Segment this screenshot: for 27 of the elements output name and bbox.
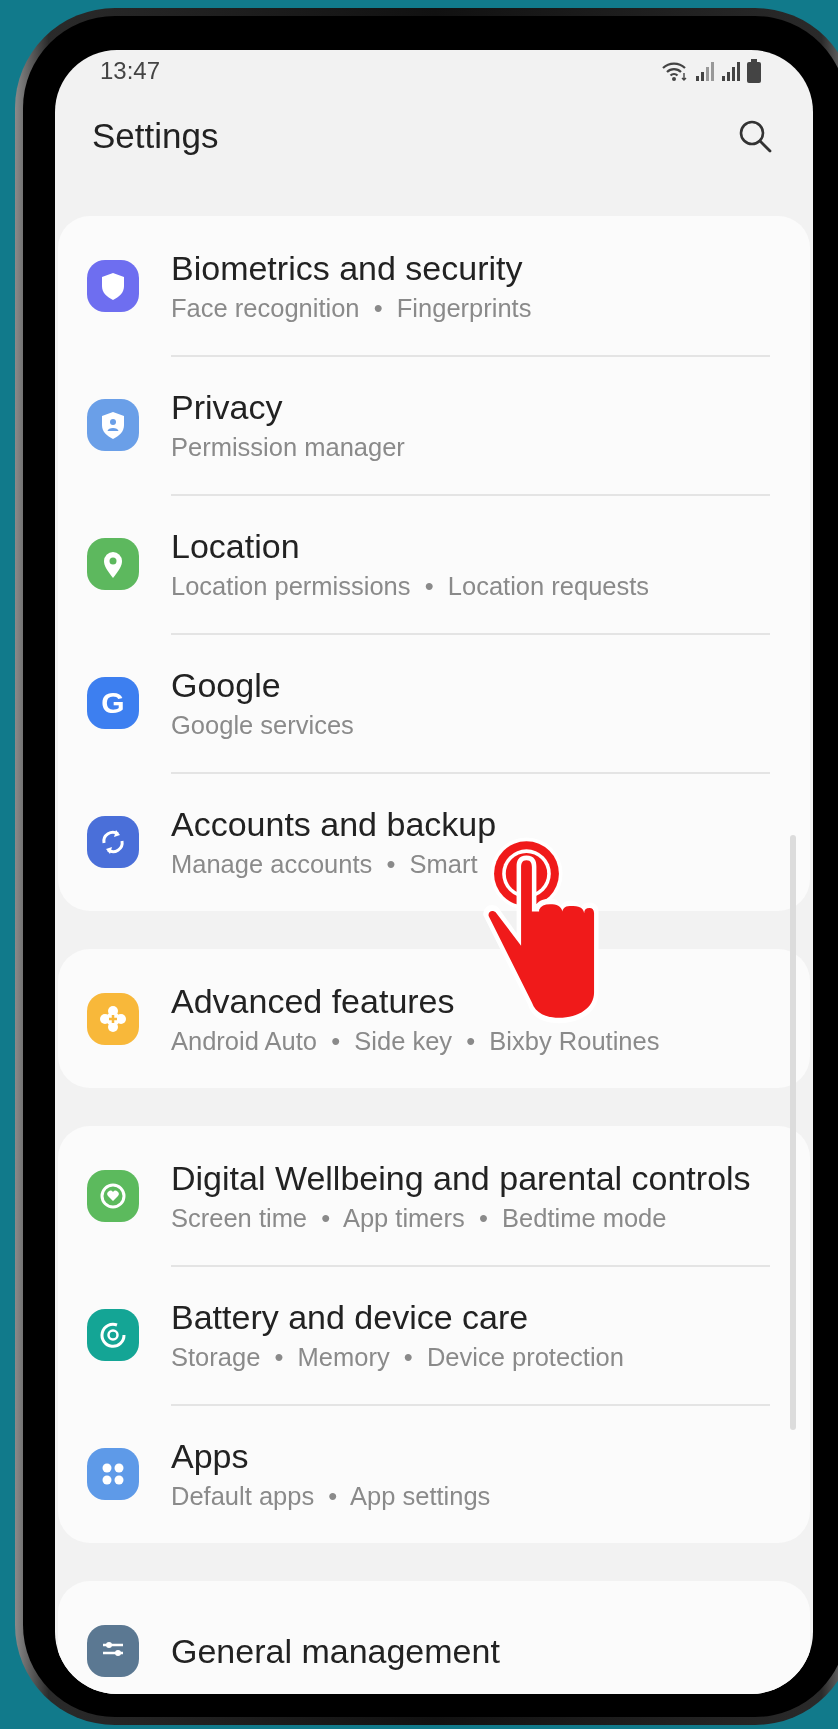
setting-subtitle: Android Auto • Side key • Bixby Routines [171,1025,661,1057]
setting-subtitle: Screen time • App timers • Bedtime mode [171,1202,668,1234]
setting-subtitle: Location permissions • Location requests [171,570,651,602]
setting-title[interactable]: Biometrics and security [171,247,770,288]
search-icon[interactable] [737,118,773,154]
setting-title[interactable]: Accounts and backup [171,803,770,844]
setting-title[interactable]: Location [171,525,770,566]
setting-title[interactable]: Apps [171,1435,770,1476]
setting-title[interactable]: Digital Wellbeing and parental controls [171,1157,770,1198]
setting-subtitle: Google services [171,709,355,741]
setting-title[interactable]: General management [171,1630,770,1671]
letter-icon: G [87,676,139,729]
wifi-icon [661,60,689,82]
page-title: Settings [92,116,219,156]
setting-subtitle: Default apps • App settings [171,1480,492,1512]
setting-subtitle: Storage • Memory • Device protection [171,1341,625,1373]
setting-subtitle: Manage accounts • Smart [171,848,479,880]
setting-title[interactable]: Battery and device care [171,1296,770,1337]
setting-subtitle: Permission manager [171,431,406,463]
setting-subtitle: Face recognition • Fingerprints [171,292,533,324]
status-time: 13:47 [100,57,161,85]
setting-title[interactable]: Advanced features [171,980,770,1021]
signal-icon [695,60,715,82]
setting-title[interactable]: Google [171,664,770,705]
battery-icon [747,59,761,83]
setting-title[interactable]: Privacy [171,386,770,427]
signal-icon [721,60,741,82]
